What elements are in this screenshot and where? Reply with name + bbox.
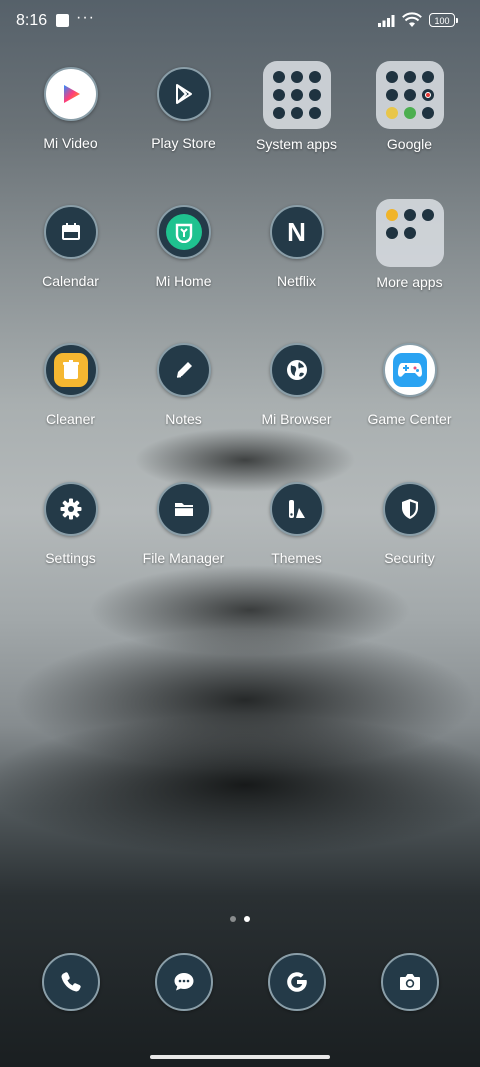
app-mi-video[interactable]: Mi Video xyxy=(14,67,127,151)
mi-video-icon xyxy=(43,67,98,121)
app-label: Google xyxy=(386,136,433,152)
page-dot xyxy=(230,916,236,922)
app-label: Security xyxy=(384,550,435,566)
app-calendar[interactable]: Calendar xyxy=(14,205,127,289)
globe-icon xyxy=(269,343,324,397)
app-label: Game Center xyxy=(367,411,452,427)
app-netflix[interactable]: N Netflix xyxy=(240,205,353,289)
folder-icon xyxy=(156,482,211,536)
camera-icon xyxy=(400,974,420,990)
status-bar: 8:16 ··· 100 xyxy=(0,0,480,42)
notes-icon xyxy=(156,343,211,397)
notification-icon xyxy=(56,14,69,27)
mi-home-icon xyxy=(156,205,211,259)
app-label: Mi Video xyxy=(43,135,98,151)
app-label: Play Store xyxy=(151,135,216,151)
app-game-center[interactable]: Game Center xyxy=(353,343,466,427)
app-notes[interactable]: Notes xyxy=(127,343,240,427)
page-dot-active xyxy=(244,916,250,922)
app-settings[interactable]: Settings xyxy=(14,482,127,566)
page-indicator xyxy=(0,909,480,927)
shield-icon xyxy=(382,482,437,536)
signal-icon xyxy=(378,15,395,27)
app-mi-home[interactable]: Mi Home xyxy=(127,205,240,289)
netflix-icon: N xyxy=(269,205,324,259)
app-mi-browser[interactable]: Mi Browser xyxy=(240,343,353,427)
app-label: Notes xyxy=(165,411,202,427)
more-notifications-icon: ··· xyxy=(76,9,95,26)
game-center-icon xyxy=(382,343,437,397)
app-label: Netflix xyxy=(277,273,316,289)
dock-phone[interactable] xyxy=(42,953,100,1011)
cleaner-icon xyxy=(43,343,98,397)
status-time: 8:16 xyxy=(16,12,48,29)
app-label: System apps xyxy=(256,136,337,152)
dock-google[interactable] xyxy=(268,953,326,1011)
app-label: Themes xyxy=(271,550,322,566)
dock-messages[interactable] xyxy=(155,953,213,1011)
battery-icon: 100 xyxy=(429,13,458,27)
app-play-store[interactable]: Play Store xyxy=(127,67,240,151)
app-label: Calendar xyxy=(42,273,99,289)
wifi-icon xyxy=(402,12,422,27)
app-label: Cleaner xyxy=(45,411,96,427)
phone-icon xyxy=(61,972,81,992)
app-label: More apps xyxy=(376,274,443,290)
system-apps-folder-icon xyxy=(262,61,331,129)
gesture-home-bar[interactable] xyxy=(150,1055,330,1059)
folder-google[interactable]: Google xyxy=(353,61,466,152)
calendar-icon xyxy=(43,205,98,259)
gear-icon xyxy=(43,482,98,536)
app-label: Mi Browser xyxy=(261,411,332,427)
folder-system-apps[interactable]: System apps xyxy=(240,61,353,152)
app-security[interactable]: Security xyxy=(353,482,466,566)
google-folder-icon xyxy=(375,61,444,129)
app-themes[interactable]: Themes xyxy=(240,482,353,566)
app-label: Mi Home xyxy=(155,273,212,289)
dock-camera[interactable] xyxy=(381,953,439,1011)
app-file-manager[interactable]: File Manager xyxy=(127,482,240,566)
google-icon xyxy=(287,972,307,992)
more-apps-folder-icon xyxy=(375,199,444,267)
themes-icon xyxy=(269,482,324,536)
app-label: Settings xyxy=(45,550,96,566)
messages-icon xyxy=(174,973,194,991)
app-cleaner[interactable]: Cleaner xyxy=(14,343,127,427)
netflix-glyph: N xyxy=(287,216,306,247)
app-label: File Manager xyxy=(142,550,225,566)
battery-level: 100 xyxy=(434,15,450,26)
play-store-icon xyxy=(156,67,211,121)
folder-more-apps[interactable]: More apps xyxy=(353,199,466,290)
